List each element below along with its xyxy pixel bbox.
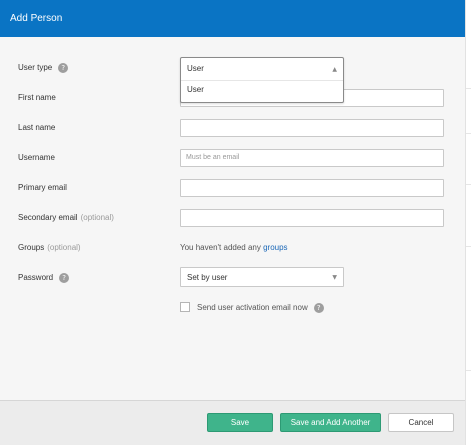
groups-link[interactable]: groups [263, 243, 287, 252]
username-input[interactable]: Must be an email [180, 149, 444, 167]
background-row-divider [466, 88, 471, 89]
user-type-selected-value: User [187, 64, 204, 73]
activation-email-label: Send user activation email now? [197, 303, 324, 313]
chevron-down-icon: ▼ [332, 274, 337, 281]
groups-label: Groups (optional) [18, 243, 81, 252]
save-button[interactable]: Save [207, 413, 273, 432]
cancel-button[interactable]: Cancel [388, 413, 454, 432]
dialog-title: Add Person [10, 13, 63, 24]
user-type-select[interactable]: User ▲ User [180, 57, 344, 103]
optional-tag: (optional) [80, 213, 114, 222]
secondary-email-input[interactable] [180, 209, 444, 227]
user-type-label: User type? [18, 63, 69, 73]
primary-email-label: Primary email [18, 183, 67, 192]
password-selected-value: Set by user [187, 273, 228, 282]
primary-email-input[interactable] [180, 179, 444, 197]
secondary-email-label: Secondary email (optional) [18, 213, 114, 222]
chevron-up-icon: ▲ [332, 66, 337, 73]
groups-empty-message: You haven't added any groups [180, 243, 288, 252]
activation-email-checkbox[interactable] [180, 302, 190, 312]
first-name-label: First name [18, 93, 56, 102]
password-label: Password? [18, 273, 70, 283]
last-name-label: Last name [18, 123, 56, 132]
groups-empty-text: You haven't added any [180, 243, 261, 252]
background-row-divider [466, 370, 471, 371]
background-page-edge [465, 0, 471, 445]
background-row-divider [466, 184, 471, 185]
groups-label-text: Groups [18, 243, 45, 252]
dialog-header: Add Person [0, 0, 465, 37]
save-and-add-another-button[interactable]: Save and Add Another [280, 413, 381, 432]
dropdown-divider [181, 80, 343, 81]
help-icon[interactable]: ? [313, 303, 324, 313]
last-name-input[interactable] [180, 119, 444, 137]
background-row-divider [466, 246, 471, 247]
activation-email-label-text: Send user activation email now [197, 303, 308, 313]
username-label: Username [18, 153, 55, 162]
password-select[interactable]: Set by user ▼ [180, 267, 344, 287]
user-type-option-user[interactable]: User [187, 85, 204, 94]
password-label-text: Password [18, 273, 54, 283]
secondary-email-label-text: Secondary email [18, 213, 78, 222]
user-type-label-text: User type [18, 63, 53, 73]
background-row-divider [466, 133, 471, 134]
help-icon[interactable]: ? [59, 273, 70, 283]
help-icon[interactable]: ? [58, 63, 69, 73]
optional-tag: (optional) [47, 243, 81, 252]
